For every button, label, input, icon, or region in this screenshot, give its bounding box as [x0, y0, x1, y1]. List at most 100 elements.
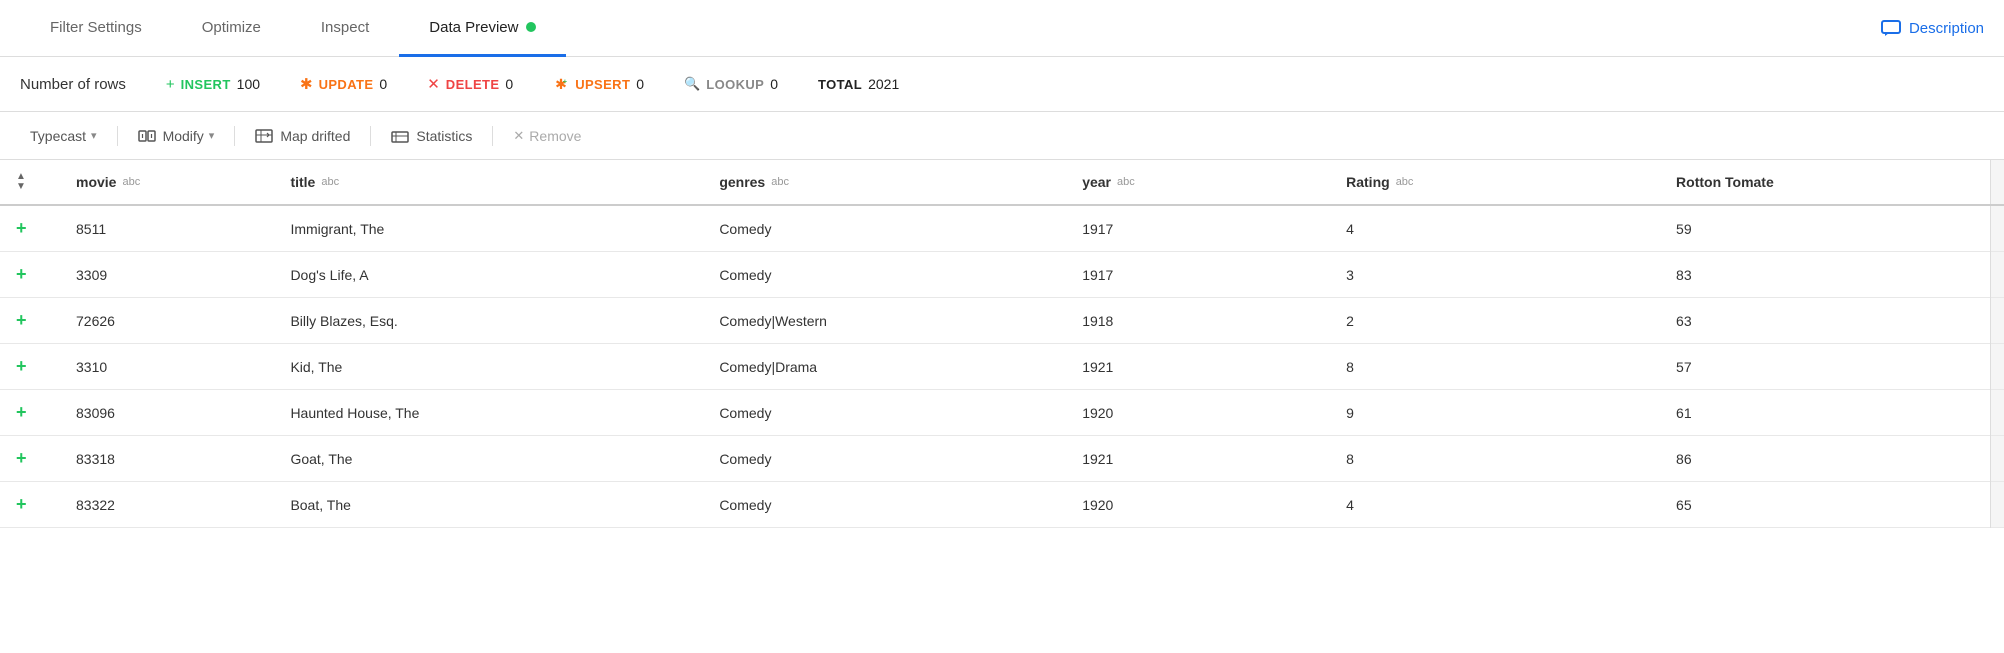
separator-2 — [234, 126, 235, 146]
modify-icon — [138, 127, 156, 145]
stat-total: TOTAL 2021 — [818, 76, 899, 92]
cell-title: Boat, The — [274, 482, 703, 528]
col-genres-type: abc — [771, 176, 789, 188]
cell-rotton_tomato: 59 — [1660, 205, 1990, 252]
cell-movie: 3310 — [60, 344, 274, 390]
insert-icon-cell: + — [0, 390, 60, 436]
upsert-name: UPSERT — [575, 77, 630, 92]
cell-year: 1918 — [1066, 298, 1330, 344]
nav-inspect[interactable]: Inspect — [291, 0, 399, 57]
col-rotton-tomato-label: Rotton Tomate — [1676, 174, 1774, 190]
typecast-button[interactable]: Typecast ▾ — [20, 123, 107, 149]
top-nav: Filter Settings Optimize Inspect Data Pr… — [0, 0, 2004, 57]
remove-label: Remove — [529, 128, 581, 144]
col-title-label: title — [290, 174, 315, 190]
nav-inspect-label: Inspect — [321, 19, 369, 36]
scrollbar-cell — [1990, 390, 2004, 436]
separator-1 — [117, 126, 118, 146]
description-label: Description — [1909, 20, 1984, 37]
cell-rotton_tomato: 65 — [1660, 482, 1990, 528]
map-drifted-icon — [255, 127, 273, 145]
nav-optimize[interactable]: Optimize — [172, 0, 291, 57]
cell-title: Haunted House, The — [274, 390, 703, 436]
cell-rating: 9 — [1330, 390, 1660, 436]
cell-genres: Comedy|Western — [703, 298, 1066, 344]
delete-name: DELETE — [446, 77, 500, 92]
nav-filter-settings[interactable]: Filter Settings — [20, 0, 172, 57]
cell-year: 1917 — [1066, 205, 1330, 252]
cell-movie: 8511 — [60, 205, 274, 252]
scrollbar-cell — [1990, 436, 2004, 482]
cell-rotton_tomato: 83 — [1660, 252, 1990, 298]
upsert-value: 0 — [636, 76, 644, 92]
stat-delete: ✕ DELETE 0 — [427, 75, 513, 93]
table-row: +8511Immigrant, TheComedy1917459 — [0, 205, 2004, 252]
cell-movie: 83322 — [60, 482, 274, 528]
delete-value: 0 — [505, 76, 513, 92]
cell-rotton_tomato: 86 — [1660, 436, 1990, 482]
insert-icon-cell: + — [0, 344, 60, 390]
typecast-chevron-icon: ▾ — [91, 129, 97, 142]
map-drifted-button[interactable]: Map drifted — [245, 122, 360, 150]
lookup-icon: 🔍 — [684, 76, 700, 92]
toolbar: Typecast ▾ Modify ▾ Map drifted Statisti — [0, 112, 2004, 160]
cell-title: Kid, The — [274, 344, 703, 390]
col-sort[interactable]: ▲▼ — [0, 160, 60, 205]
cell-year: 1917 — [1066, 252, 1330, 298]
cell-rotton_tomato: 61 — [1660, 390, 1990, 436]
nav-data-preview-label: Data Preview — [429, 19, 518, 36]
cell-genres: Comedy — [703, 205, 1066, 252]
stats-bar: Number of rows + INSERT 100 ✱ UPDATE 0 ✕… — [0, 57, 2004, 112]
col-rating[interactable]: Rating abc — [1330, 160, 1660, 205]
typecast-label: Typecast — [30, 128, 86, 144]
col-title[interactable]: title abc — [274, 160, 703, 205]
nav-data-preview[interactable]: Data Preview — [399, 0, 566, 57]
table-row: +83096Haunted House, TheComedy1920961 — [0, 390, 2004, 436]
update-name: UPDATE — [319, 77, 374, 92]
col-rating-label: Rating — [1346, 174, 1390, 190]
sort-arrows-icon[interactable]: ▲▼ — [16, 172, 26, 192]
col-movie-label: movie — [76, 174, 116, 190]
statistics-button[interactable]: Statistics — [381, 122, 482, 150]
upsert-star-icon: ✱ + — [553, 76, 569, 92]
modify-button[interactable]: Modify ▾ — [128, 122, 225, 150]
lookup-value: 0 — [770, 76, 778, 92]
table-row: +83318Goat, TheComedy1921886 — [0, 436, 2004, 482]
cell-genres: Comedy|Drama — [703, 344, 1066, 390]
nav-optimize-label: Optimize — [202, 19, 261, 36]
col-movie[interactable]: movie abc — [60, 160, 274, 205]
col-year[interactable]: year abc — [1066, 160, 1330, 205]
col-genres-label: genres — [719, 174, 765, 190]
insert-name: INSERT — [181, 77, 231, 92]
cell-title: Billy Blazes, Esq. — [274, 298, 703, 344]
cell-year: 1920 — [1066, 482, 1330, 528]
insert-icon-cell: + — [0, 252, 60, 298]
cell-title: Goat, The — [274, 436, 703, 482]
remove-button[interactable]: ✕ Remove — [503, 123, 591, 149]
col-movie-type: abc — [122, 176, 140, 188]
modify-chevron-icon: ▾ — [209, 129, 215, 142]
cell-rotton_tomato: 57 — [1660, 344, 1990, 390]
table-header-row: ▲▼ movie abc title abc — [0, 160, 2004, 205]
upsert-icon: ✱ + — [553, 76, 569, 92]
description-button[interactable]: Description — [1881, 20, 1984, 37]
table-body: +8511Immigrant, TheComedy1917459+3309Dog… — [0, 205, 2004, 528]
col-rotton-tomato[interactable]: Rotton Tomate — [1660, 160, 1990, 205]
comment-icon — [1881, 20, 1901, 36]
cell-rating: 4 — [1330, 482, 1660, 528]
scrollbar-cell — [1990, 344, 2004, 390]
table-row: +3309Dog's Life, AComedy1917383 — [0, 252, 2004, 298]
total-value: 2021 — [868, 76, 899, 92]
cell-rating: 8 — [1330, 436, 1660, 482]
cell-year: 1921 — [1066, 344, 1330, 390]
col-genres[interactable]: genres abc — [703, 160, 1066, 205]
data-table-container: ▲▼ movie abc title abc — [0, 160, 2004, 528]
separator-3 — [370, 126, 371, 146]
scrollbar-cell — [1990, 298, 2004, 344]
table-row: +72626Billy Blazes, Esq.Comedy|Western19… — [0, 298, 2004, 344]
col-title-type: abc — [321, 176, 339, 188]
stat-insert: + INSERT 100 — [166, 76, 260, 93]
stat-lookup: 🔍 LOOKUP 0 — [684, 76, 778, 92]
col-year-type: abc — [1117, 176, 1135, 188]
scrollbar-cell — [1990, 482, 2004, 528]
